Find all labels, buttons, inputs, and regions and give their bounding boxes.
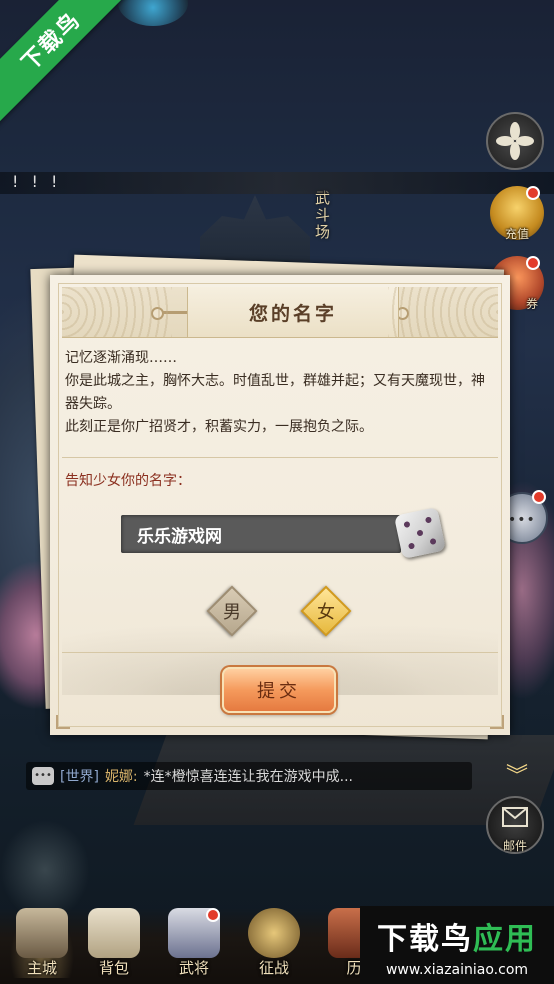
notification-dot (206, 908, 220, 922)
nav-generals[interactable]: 武将 (162, 908, 226, 978)
flower-icon (496, 122, 534, 160)
world-chat-bar[interactable]: ••• [世界] 妮娜: *连*橙惊喜连连让我在游戏中成... (26, 762, 472, 790)
story-text: 记忆逐渐涌现…… 你是此城之主，胸怀大志。时值乱世，群雄并起；又有天魔现世，神器… (65, 347, 495, 439)
story-line: 你是此城之主，胸怀大志。时值乱世，群雄并起；又有天魔现世，神器失踪。 (65, 373, 485, 412)
mail-button[interactable]: 邮件 (486, 796, 544, 854)
watermark-url: www.xiazainiao.com (385, 962, 529, 978)
story-line: 记忆逐渐涌现…… (65, 350, 177, 366)
gender-female-label: 女 (317, 602, 335, 623)
cloud-pattern (62, 287, 172, 337)
chat-icon: ••• (32, 767, 54, 785)
chat-sender: 妮娜: (104, 769, 138, 785)
arena-building (200, 195, 310, 265)
nav-label: 武将 (178, 959, 209, 977)
nav-label: 背包 (98, 959, 129, 977)
submit-button[interactable]: 提交 (222, 667, 336, 713)
name-prompt: 告知少女你的名字： (65, 473, 191, 489)
nav-label: 主城 (26, 959, 57, 977)
nav-label: 征战 (258, 959, 289, 977)
recharge-label: 充值 (504, 227, 529, 241)
notice-strip-text: ! ! ! (12, 172, 62, 191)
notification-dot (526, 256, 540, 270)
watermark-brand: 下载鸟应用 www.xiazainiao.com (360, 906, 554, 984)
random-name-dice-icon[interactable] (393, 506, 447, 560)
notification-dot (532, 490, 546, 504)
divider (62, 652, 498, 653)
watermark-brand-title: 下载鸟应用 (360, 914, 554, 958)
castle-icon (16, 908, 68, 958)
gender-male-label: 男 (223, 602, 241, 623)
ellipsis-icon: ••• (508, 512, 536, 528)
arena-label: 武斗场 (313, 190, 331, 241)
lantern-scenery (0, 820, 90, 920)
bag-icon (88, 908, 140, 958)
crossed-swords-icon (248, 908, 300, 958)
dialog-title: 您的名字 (248, 302, 337, 325)
mail-label: 邮件 (502, 839, 527, 853)
watermark-brand-accent: 应用 (473, 922, 537, 957)
notice-strip (0, 172, 554, 194)
watermark-brand-main: 下载鸟 (377, 922, 473, 957)
envelope-icon (502, 807, 528, 827)
corner-ornament (490, 715, 504, 729)
chevron-down-icon[interactable]: ︾ (494, 758, 540, 792)
nav-backpack[interactable]: 背包 (82, 908, 146, 978)
divider (62, 457, 498, 458)
name-dialog: 您的名字 记忆逐渐涌现…… 你是此城之主，胸怀大志。时值乱世，群雄并起；又有天魔… (50, 275, 510, 735)
notification-dot (526, 186, 540, 200)
name-input[interactable]: 乐乐游戏网 (121, 515, 401, 553)
recharge-button[interactable]: 充值 (490, 186, 544, 241)
corner-ornament (56, 715, 70, 729)
chat-message: *连*橙惊喜连连让我在游戏中成... (143, 769, 354, 785)
chat-channel: [世界] (60, 769, 99, 785)
nav-main-city[interactable]: 主城 (10, 908, 74, 978)
dialog-title-box: 您的名字 (187, 287, 399, 337)
nav-campaign[interactable]: 征战 (242, 908, 306, 978)
cloud-pattern (388, 287, 498, 337)
story-line: 此刻正是你广招贤才，积蓄实力，一展抱负之际。 (65, 419, 373, 435)
menu-flower-icon[interactable] (486, 112, 544, 170)
